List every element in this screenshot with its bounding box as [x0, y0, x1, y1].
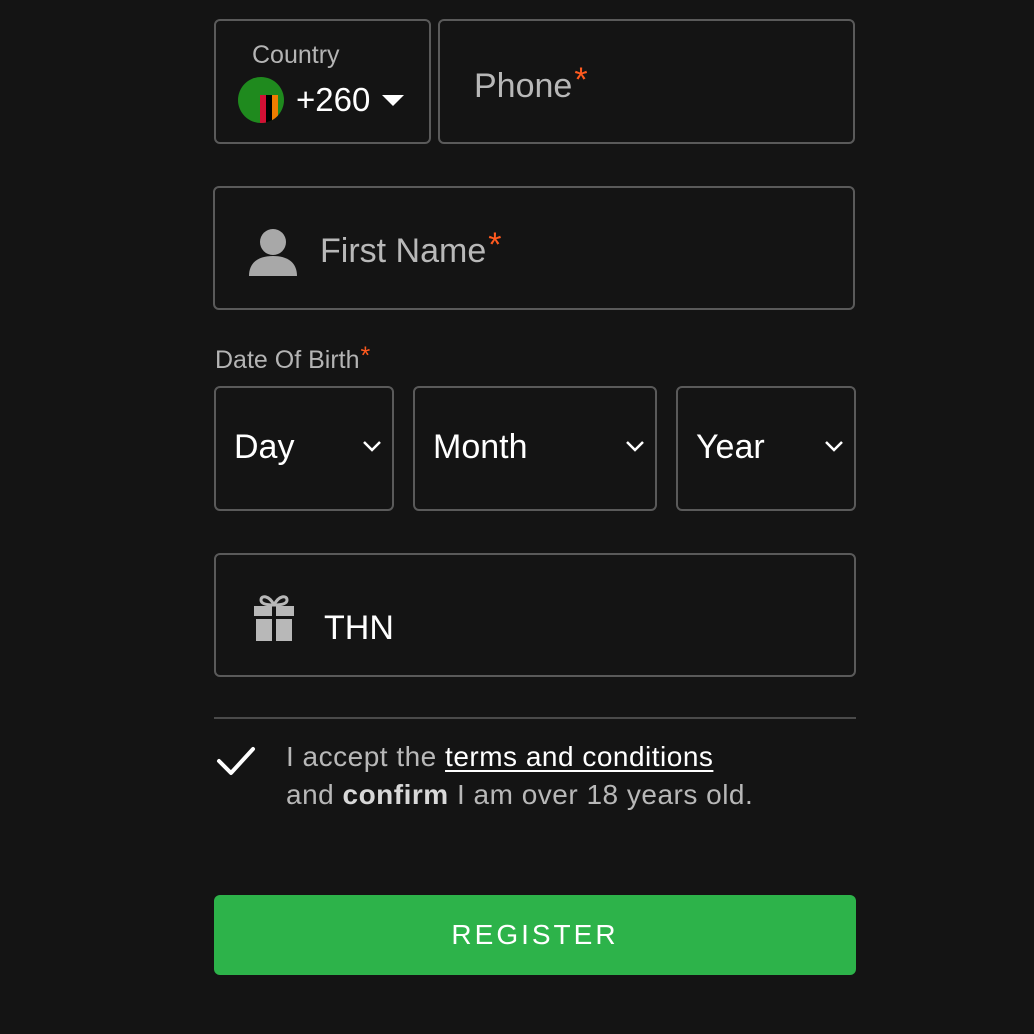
required-asterisk: *	[360, 342, 371, 370]
terms-text: I accept the terms and conditions and co…	[286, 741, 754, 810]
dob-month-value: Month	[433, 428, 528, 466]
first-name-input[interactable]: First Name*	[213, 186, 855, 310]
phone-input[interactable]: Phone*	[438, 19, 855, 144]
country-label: Country	[252, 41, 340, 69]
terms-link[interactable]: terms and conditions	[445, 741, 713, 772]
chevron-down-icon	[825, 441, 843, 452]
country-code-select[interactable]: Country +260	[214, 19, 431, 144]
first-name-placeholder: First Name*	[320, 226, 502, 270]
dob-year-value: Year	[696, 428, 765, 466]
user-icon	[249, 229, 297, 276]
caret-down-icon	[382, 95, 404, 106]
country-code-value: +260	[296, 81, 371, 118]
zambia-flag-icon	[238, 77, 284, 123]
promo-code-value: THN	[324, 609, 394, 647]
chevron-down-icon	[363, 441, 381, 452]
confirm-text: confirm	[342, 779, 449, 810]
dob-year-select[interactable]: Year	[676, 386, 856, 511]
chevron-down-icon	[626, 441, 644, 452]
date-of-birth-label: Date Of Birth*	[215, 342, 371, 374]
dob-month-select[interactable]: Month	[413, 386, 657, 511]
required-asterisk: *	[488, 226, 502, 264]
dob-day-select[interactable]: Day	[214, 386, 394, 511]
register-button[interactable]: REGISTER	[214, 895, 856, 975]
dob-day-value: Day	[234, 428, 295, 466]
required-asterisk: *	[574, 61, 588, 99]
gift-icon	[254, 595, 294, 641]
terms-checkbox[interactable]	[216, 744, 256, 778]
phone-placeholder: Phone*	[474, 61, 588, 105]
divider	[214, 717, 856, 719]
promo-code-input[interactable]: THN	[214, 553, 856, 677]
